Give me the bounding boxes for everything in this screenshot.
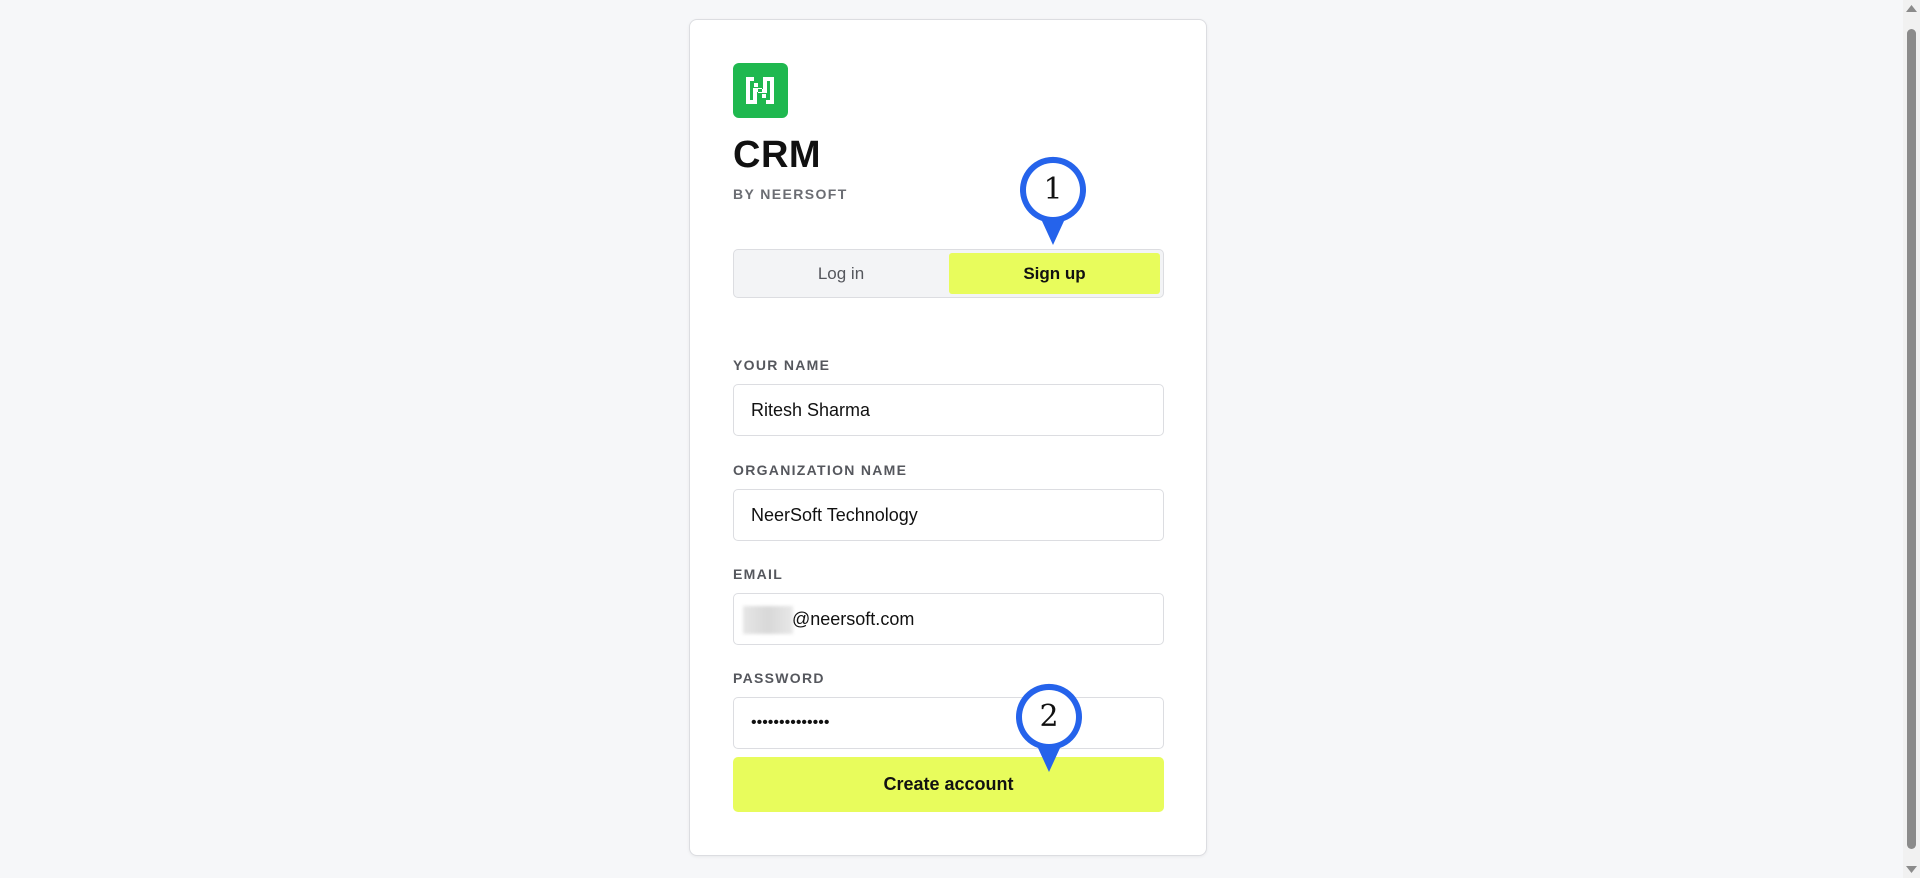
step-marker-2: 2: [1012, 680, 1086, 774]
page-viewport: CRM BY NEERSOFT Log in Sign up YOUR NAME…: [0, 0, 1920, 878]
scroll-up-icon[interactable]: [1903, 0, 1920, 17]
tab-sign-up[interactable]: Sign up: [949, 253, 1160, 294]
name-label: YOUR NAME: [733, 357, 831, 373]
name-input[interactable]: [733, 384, 1164, 436]
step-marker-number: 2: [1039, 699, 1059, 734]
app-subtitle: BY NEERSOFT: [733, 186, 848, 202]
step-marker-1: 1: [1016, 153, 1090, 247]
password-label: PASSWORD: [733, 670, 825, 686]
neersoft-logo-icon: [733, 63, 788, 118]
email-redaction: [743, 606, 793, 634]
email-label: EMAIL: [733, 566, 784, 582]
organization-label: ORGANIZATION NAME: [733, 462, 908, 478]
email-value: @neersoft.com: [792, 609, 915, 629]
signup-card: CRM BY NEERSOFT Log in Sign up YOUR NAME…: [689, 19, 1207, 856]
create-account-button[interactable]: Create account: [733, 757, 1164, 812]
vertical-scrollbar[interactable]: [1903, 0, 1920, 878]
app-title: CRM: [733, 134, 822, 176]
step-marker-number: 1: [1043, 172, 1063, 207]
tab-log-in[interactable]: Log in: [737, 253, 945, 294]
password-input[interactable]: [733, 697, 1164, 749]
email-input[interactable]: @neersoft.com: [733, 593, 1164, 645]
auth-tabs: Log in Sign up: [733, 249, 1164, 298]
organization-input[interactable]: [733, 489, 1164, 541]
scroll-down-icon[interactable]: [1903, 861, 1920, 878]
scrollbar-thumb[interactable]: [1907, 29, 1916, 849]
